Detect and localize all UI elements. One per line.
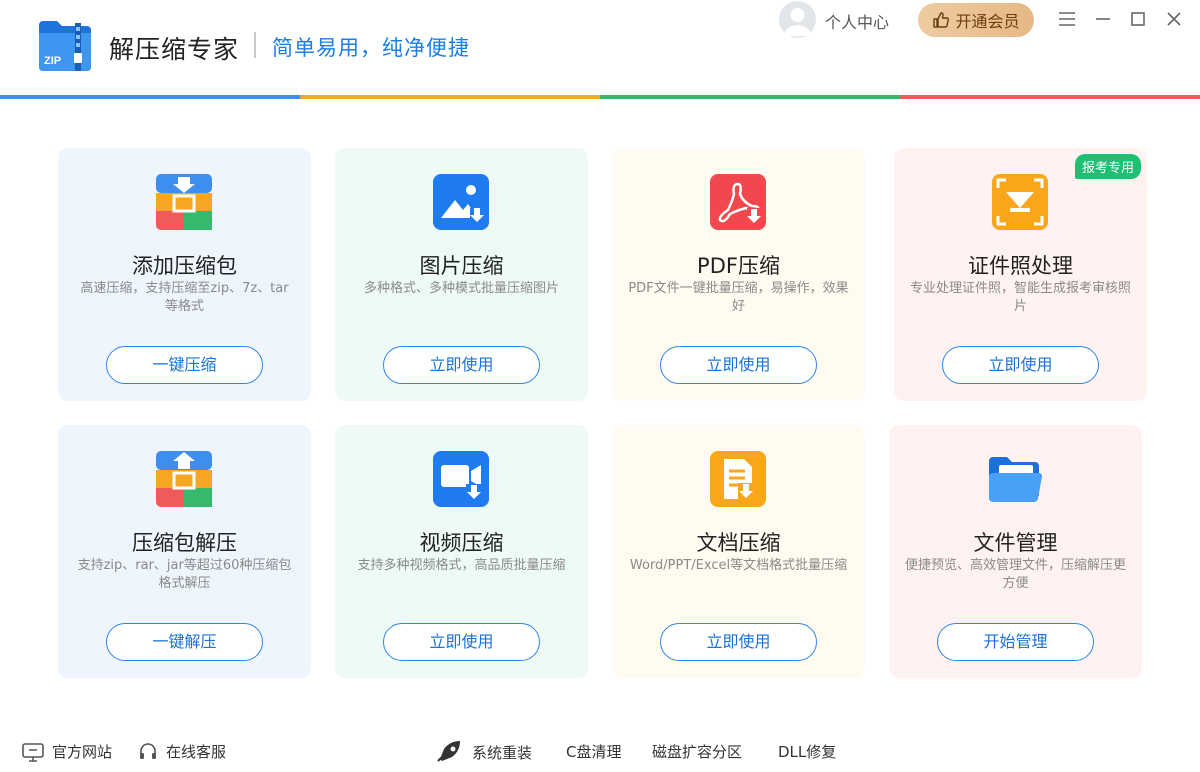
app-title: 解压缩专家	[109, 35, 240, 64]
menu-icon[interactable]	[1055, 6, 1079, 32]
headset-icon	[140, 742, 156, 759]
title-bar: ZIP 解压缩专家 简单易用，纯净便捷 个人中心 开通会员	[0, 0, 1200, 95]
divider-segment-red	[900, 95, 1200, 99]
card-description: 高速压缩，支持压缩至zip、7z、tar等格式	[80, 281, 289, 314]
c-drive-clean-link[interactable]: C盘清理	[566, 741, 621, 762]
card-title: 压缩包解压	[132, 531, 237, 555]
one-click-extract-button[interactable]: 一键解压	[106, 623, 263, 661]
official-website-link[interactable]: 官方网站	[22, 741, 112, 762]
card-description: 支持zip、rar、jar等超过60种压缩包格式解压	[77, 558, 292, 591]
card-description: 专业处理证件照，智能生成报考审核照片	[910, 281, 1132, 314]
pdf-compress-icon	[710, 174, 766, 230]
file-manage-icon	[989, 457, 1043, 503]
id-photo-icon	[992, 174, 1048, 230]
card-title: 文件管理	[973, 531, 1058, 555]
card-title: 添加压缩包	[132, 254, 237, 278]
video-compress-icon	[433, 451, 489, 507]
card-file-manage[interactable]: 文件管理 便捷预览、高效管理文件，压缩解压更方便 开始管理	[889, 425, 1142, 678]
image-compress-icon	[433, 174, 489, 230]
close-icon[interactable]	[1162, 6, 1186, 32]
vip-label: 开通会员	[955, 12, 1020, 31]
dll-repair-label: DLL修复	[778, 743, 837, 761]
one-click-compress-button[interactable]: 一键压缩	[106, 346, 263, 384]
document-compress-icon	[710, 451, 766, 507]
card-title: 视频压缩	[419, 531, 504, 555]
exam-only-badge: 报考专用	[1074, 154, 1141, 179]
slogan: 简单易用，纯净便捷	[272, 36, 470, 60]
extract-archive-icon	[156, 451, 212, 507]
card-pdf-compress[interactable]: PDF压缩 PDF文件一键批量压缩，易操作，效果好 立即使用	[612, 148, 865, 401]
svg-text:ZIP: ZIP	[44, 55, 61, 67]
system-reinstall-link[interactable]: 系统重装	[436, 741, 532, 763]
disk-expand-link[interactable]: 磁盘扩容分区	[652, 741, 742, 762]
use-now-button[interactable]: 立即使用	[660, 346, 817, 384]
card-extract-archive[interactable]: 压缩包解压 支持zip、rar、jar等超过60种压缩包格式解压 一键解压	[58, 425, 311, 678]
online-support-label: 在线客服	[166, 743, 227, 761]
divider-segment-blue	[0, 95, 300, 99]
minimize-icon[interactable]	[1091, 6, 1115, 32]
user-avatar-icon	[784, 8, 811, 36]
card-id-photo[interactable]: 报考专用 证件照处理 专业处理证件照，智能生成报考审核照片 立即使用	[894, 148, 1147, 401]
card-video-compress[interactable]: 视频压缩 支持多种视频格式，高品质批量压缩 立即使用	[335, 425, 588, 678]
use-now-button[interactable]: 立即使用	[660, 623, 817, 661]
zip-folder-logo: ZIP	[39, 21, 91, 71]
dll-repair-link[interactable]: DLL修复	[778, 741, 836, 762]
use-now-button[interactable]: 立即使用	[383, 623, 540, 661]
card-description: Word/PPT/Excel等文档格式批量压缩	[629, 558, 848, 573]
official-website-label: 官方网站	[52, 743, 113, 761]
card-description: PDF文件一键批量压缩，易操作，效果好	[628, 281, 849, 314]
online-support-link[interactable]: 在线客服	[138, 741, 226, 762]
rocket-icon	[437, 741, 460, 762]
use-now-button[interactable]: 立即使用	[383, 346, 540, 384]
card-title: 图片压缩	[419, 254, 504, 278]
use-now-button[interactable]: 立即使用	[942, 346, 1099, 384]
thumbs-up-icon	[933, 12, 950, 28]
start-manage-button[interactable]: 开始管理	[937, 623, 1094, 661]
card-description: 便捷预览、高效管理文件，压缩解压更方便	[905, 558, 1127, 591]
card-title: 证件照处理	[968, 254, 1073, 278]
divider-segment-orange	[300, 95, 600, 99]
card-image-compress[interactable]: 图片压缩 多种格式、多种模式批量压缩图片 立即使用	[335, 148, 588, 401]
monitor-icon	[22, 742, 44, 762]
card-add-archive[interactable]: 添加压缩包 高速压缩，支持压缩至zip、7z、tar等格式 一键压缩	[58, 148, 311, 401]
vip-button[interactable]: 开通会员	[918, 3, 1034, 37]
system-reinstall-label: 系统重装	[472, 743, 533, 762]
c-drive-clean-label: C盘清理	[566, 743, 622, 761]
add-archive-icon	[156, 174, 212, 230]
card-title: 文档压缩	[696, 531, 781, 555]
card-description: 多种格式、多种模式批量压缩图片	[363, 281, 559, 296]
card-document-compress[interactable]: 文档压缩 Word/PPT/Excel等文档格式批量压缩 立即使用	[612, 425, 865, 678]
divider-segment-green	[600, 95, 900, 99]
color-divider	[0, 95, 1200, 99]
card-title: PDF压缩	[697, 254, 780, 278]
disk-expand-label: 磁盘扩容分区	[652, 743, 743, 761]
avatar[interactable]	[779, 1, 816, 38]
card-description: 支持多种视频格式，高品质批量压缩	[357, 558, 566, 573]
title-divider	[254, 32, 256, 58]
maximize-icon[interactable]	[1126, 6, 1150, 32]
user-center-link[interactable]: 个人中心	[825, 9, 889, 33]
